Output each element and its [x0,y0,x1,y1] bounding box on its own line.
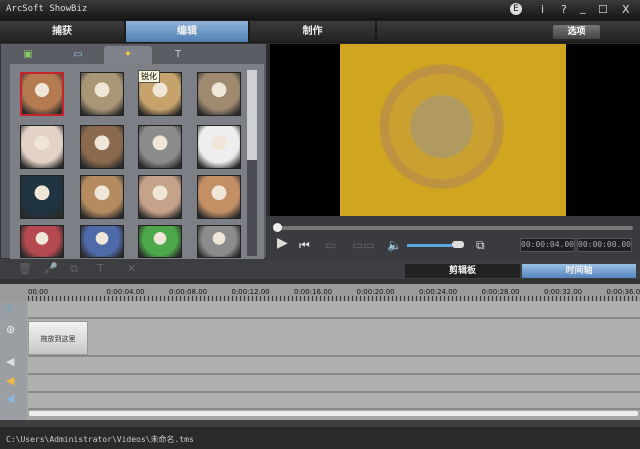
music-track-1-icon: ◀ [6,374,15,387]
effects-scrollbar[interactable] [247,70,257,256]
split-icon[interactable]: ⧉ [70,262,78,276]
timeline-scrollbar[interactable] [29,411,638,416]
player-controls: ▶ ⏮ ▭ ▭▭ 🔈 ⧉ 00:00:04.00 00:00:00.00 [267,216,640,259]
music-track-1[interactable] [28,375,640,393]
ruler-label: 0:00:20.00 [356,288,395,296]
status-bar: C:\Users\Administrator\Videos\未命名.tms [0,420,640,449]
effect-thumbnail[interactable] [20,72,64,116]
timeline-toolbar: 🗑 🎤 ⧉ T ✕ 剪辑板 时间轴 [0,259,640,279]
ruler-label: 0:00:36.00 [606,288,640,296]
effect-thumbnail[interactable] [80,175,124,219]
preview-frame [340,44,566,216]
effect-thumbnail[interactable] [197,225,241,258]
text-track[interactable] [28,301,640,319]
ruler-label: 0:00:28.00 [481,288,520,296]
play-icon[interactable]: ▶ [277,235,288,251]
text-icon[interactable]: T [154,46,202,64]
effect-thumbnail[interactable] [138,175,182,219]
effect-thumbnail[interactable] [138,225,182,258]
volume-knob[interactable] [452,241,464,248]
timeline-tracks: T ⊛ ◀ ◀ ◀ 拖放到这里 [0,301,640,420]
ruler-label: 0:00:04.00 [106,288,145,296]
minimize-button[interactable]: _ [580,1,586,14]
current-timecode[interactable]: 00:00:04.00 [520,238,575,252]
effect-thumbnail[interactable] [20,175,64,219]
effect-thumbnail[interactable] [80,125,124,169]
effect-thumbnail[interactable] [197,175,241,219]
microphone-icon[interactable]: 🎤 [44,262,58,275]
info-button[interactable]: i [541,3,544,16]
mark-out-icon[interactable]: ▭▭ [352,238,375,252]
effect-thumbnail[interactable] [138,125,182,169]
close-button[interactable]: X [622,3,630,16]
ruler-label: 0:00:12.00 [231,288,270,296]
main-tabs: 捕获 编辑 制作 [0,20,640,43]
effect-thumbnail[interactable] [197,72,241,116]
volume-icon[interactable]: 🔈 [387,238,402,252]
scroll-thumb[interactable] [247,70,257,160]
track-icons: T ⊛ ◀ ◀ ◀ [0,301,27,420]
delete-icon[interactable]: 🗑 [18,262,32,275]
video-track[interactable]: 拖放到这里 [28,319,640,357]
tab-edit[interactable]: 编辑 [126,21,248,42]
tooltip: 锐化 [138,70,160,83]
effect-thumbnail[interactable] [20,125,64,169]
e-icon[interactable]: E [510,3,522,15]
ruler-label: 0:00:08.00 [169,288,208,296]
ruler-label: 00.00 [28,288,49,296]
tab-bar-filler [377,21,640,42]
prev-frame-icon[interactable]: ⏮ [299,238,310,253]
ruler-label: 0:00:24.00 [419,288,458,296]
video-preview [270,44,640,216]
effect-thumbnail[interactable] [80,225,124,258]
maximize-button[interactable]: ☐ [598,3,608,16]
drop-here-clip[interactable]: 拖放到这里 [28,321,88,355]
title-bar: ArcSoft ShowBiz E i ? _ ☐ X [0,0,640,20]
cut-icon[interactable]: ✕ [127,262,136,275]
transition-icon[interactable]: ▣ [4,46,52,64]
tab-capture[interactable]: 捕获 [0,21,124,42]
text-track-icon: T [6,304,13,317]
fullscreen-icon[interactable]: ⧉ [476,238,485,253]
video-track-icon: ⊛ [6,323,16,336]
effect-thumbnail[interactable] [197,125,241,169]
film-icon[interactable]: ▭ [54,46,102,64]
tab-timeline[interactable]: 时间轴 [522,264,636,278]
effects-star-icon[interactable]: ✦ [104,46,152,64]
tab-storyboard[interactable]: 剪辑板 [405,264,520,278]
ruler-label: 0:00:16.00 [294,288,333,296]
seek-bar[interactable] [273,223,633,232]
title-icon[interactable]: T [97,262,104,275]
effect-thumbnail[interactable] [20,225,64,258]
timeline-ruler[interactable]: 00.00 0:00:04.00 0:00:08.00 0:00:12.00 0:00:… [0,279,640,301]
window-title: ArcSoft ShowBiz [6,4,88,14]
options-button[interactable]: 选项 [553,25,600,39]
seek-knob[interactable] [273,223,282,232]
volume-slider[interactable] [407,244,453,247]
audio-track[interactable] [28,357,640,375]
mark-in-icon[interactable]: ▭ [325,238,336,252]
music-track-2-icon: ◀ [6,392,15,405]
project-path: C:\Users\Administrator\Videos\未命名.tms [6,435,194,444]
effect-thumbnail[interactable] [80,72,124,116]
music-track-2[interactable] [28,393,640,410]
tab-produce[interactable]: 制作 [250,21,375,42]
total-timecode[interactable]: 00:00:00.00 [577,238,632,252]
audio-track-icon: ◀ [6,355,15,368]
ruler-label: 0:00:32.00 [544,288,583,296]
help-button[interactable]: ? [561,3,567,16]
